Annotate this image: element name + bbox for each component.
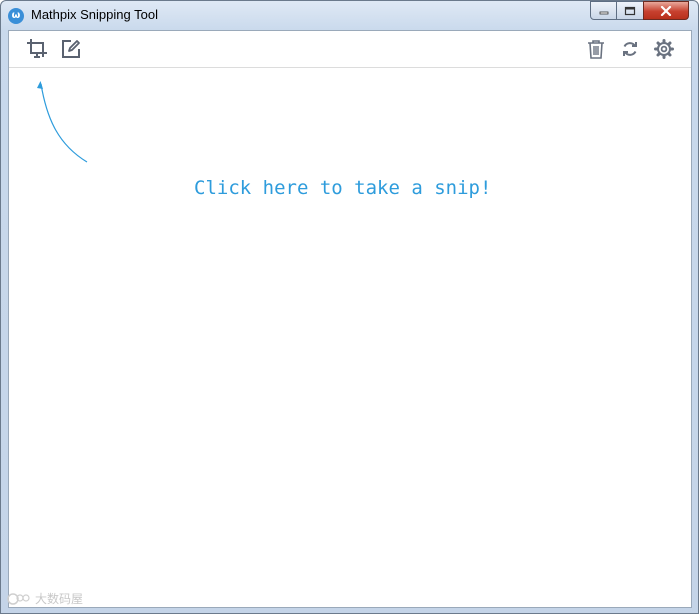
app-window: ω Mathpix Snipping Tool Click here to ta… xyxy=(0,0,699,614)
watermark: 大数码屋 xyxy=(7,590,83,607)
minimize-button[interactable] xyxy=(590,1,617,20)
restore-icon xyxy=(624,6,636,15)
settings-button[interactable] xyxy=(652,37,676,61)
gear-icon xyxy=(654,39,674,59)
sync-button[interactable] xyxy=(618,37,642,61)
watermark-logo-icon xyxy=(7,592,30,605)
maximize-button[interactable] xyxy=(616,1,644,20)
screen-crop-icon xyxy=(27,39,47,58)
take-snip-prompt[interactable]: Click here to take a snip! xyxy=(194,177,491,199)
sync-icon xyxy=(623,42,637,56)
minimize-icon xyxy=(599,11,608,14)
edit-icon xyxy=(62,40,80,58)
delete-button[interactable] xyxy=(584,37,608,61)
app-icon: ω xyxy=(8,8,24,24)
main-content: Click here to take a snip! xyxy=(8,30,692,608)
watermark-text: 大数码屋 xyxy=(35,592,84,606)
new-snip-button[interactable] xyxy=(25,37,49,61)
edit-button[interactable] xyxy=(59,37,83,61)
trash-icon xyxy=(588,40,604,59)
close-icon xyxy=(660,5,672,16)
title-bar[interactable]: ω Mathpix Snipping Tool xyxy=(1,1,698,30)
window-title: Mathpix Snipping Tool xyxy=(31,7,158,22)
close-button[interactable] xyxy=(643,1,689,20)
hint-arrow-icon xyxy=(37,81,88,163)
toolbar xyxy=(9,31,691,68)
